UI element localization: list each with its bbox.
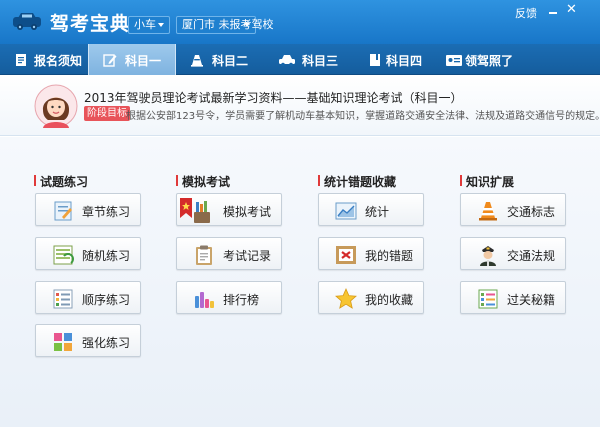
button-label: 统计 — [365, 205, 390, 219]
bar-chart-icon — [195, 292, 214, 308]
tab-label: 报名须知 — [34, 54, 83, 68]
button-label: 随机练习 — [82, 249, 131, 263]
wrong-questions-button[interactable]: 我的错题 — [318, 237, 424, 270]
tab-label: 科目二 — [212, 54, 249, 68]
traffic-cone-icon — [191, 55, 203, 67]
pass-tips-button[interactable]: 过关秘籍 — [460, 281, 566, 314]
tab-get-license[interactable]: 领驾照了 — [443, 44, 538, 75]
button-label: 交通标志 — [507, 205, 556, 219]
chevron-down-icon — [158, 23, 164, 27]
button-label: 我的错题 — [365, 249, 414, 263]
button-label: 排行榜 — [223, 293, 260, 307]
info-banner: 2013年驾驶员理论考试最新学习资料——基础知识理论考试（科目一） 阶段目标 根… — [0, 76, 600, 136]
traffic-cone-icon — [479, 202, 497, 221]
car-icon — [279, 55, 295, 67]
star-icon — [335, 288, 357, 309]
button-label: 模拟考试 — [223, 205, 272, 219]
license-card-icon — [446, 55, 462, 66]
button-label: 我的收藏 — [365, 293, 414, 307]
section-title-mock-exam: 模拟考试 — [175, 175, 231, 189]
edit-icon — [103, 54, 117, 67]
traffic-signs-button[interactable]: 交通标志 — [460, 193, 566, 226]
subject-tab-bar: 报名须知 科目一 科目二 科目三 科目四 领驾照了 — [0, 44, 600, 75]
tab-subject-three[interactable]: 科目三 — [268, 44, 358, 75]
random-grid-icon — [53, 245, 74, 265]
avatar — [34, 84, 78, 128]
minimize-icon[interactable] — [546, 4, 560, 18]
city-school-value: 厦门市 未报考驾校 — [182, 18, 274, 31]
statistics-chart-icon — [335, 202, 357, 220]
random-practice-button[interactable]: 随机练习 — [35, 237, 141, 270]
city-school-dropdown[interactable]: 厦门市 未报考驾校 — [176, 16, 274, 34]
section-title-stats: 统计错题收藏 — [317, 175, 397, 189]
tab-label: 科目一 — [125, 54, 162, 68]
leaderboard-button[interactable]: 排行榜 — [176, 281, 282, 314]
chevron-down-icon — [244, 23, 250, 27]
tab-subject-four[interactable]: 科目四 — [358, 44, 443, 75]
tab-label: 领驾照了 — [465, 54, 514, 68]
chapter-practice-button[interactable]: 章节练习 — [35, 193, 141, 226]
signup-doc-icon — [16, 54, 26, 66]
clipboard-icon — [196, 245, 212, 265]
button-label: 过关秘籍 — [507, 293, 556, 307]
title-bar: 驾考宝典 小车 厦门市 未报考驾校 反馈 ✕ — [0, 0, 600, 44]
intensive-practice-button[interactable]: 强化练习 — [35, 324, 141, 357]
section-title-knowledge: 知识扩展 — [459, 175, 515, 189]
button-label: 考试记录 — [223, 249, 272, 263]
sequential-practice-button[interactable]: 顺序练习 — [35, 281, 141, 314]
section-title-practice: 试题练习 — [33, 175, 89, 189]
app-title: 驾考宝典 — [50, 13, 131, 35]
mock-exam-button[interactable]: 模拟考试 — [176, 193, 282, 226]
checklist-icon — [478, 289, 498, 309]
car-type-value: 小车 — [134, 18, 156, 31]
banner-description: 根据公安部123号令，学员需要了解机动车基本知识，掌握道路交通安全法律、法规及道… — [126, 111, 600, 122]
exam-record-button[interactable]: 考试记录 — [176, 237, 282, 270]
book-icon — [370, 54, 380, 66]
button-label: 强化练习 — [82, 336, 131, 350]
tab-signup-notice[interactable]: 报名须知 — [0, 44, 88, 75]
traffic-laws-button[interactable]: 交通法规 — [460, 237, 566, 270]
wrong-x-frame-icon — [336, 246, 356, 264]
chapter-book-icon — [54, 201, 72, 221]
button-label: 顺序练习 — [82, 293, 131, 307]
close-icon[interactable]: ✕ — [566, 2, 577, 17]
tab-label: 科目四 — [386, 54, 423, 68]
tab-label: 科目三 — [302, 54, 339, 68]
button-label: 交通法规 — [507, 249, 556, 263]
button-label: 章节练习 — [82, 205, 131, 219]
car-logo-icon — [13, 13, 41, 30]
tab-subject-two[interactable]: 科目二 — [176, 44, 268, 75]
favorites-button[interactable]: 我的收藏 — [318, 281, 424, 314]
tab-subject-one[interactable]: 科目一 — [88, 44, 176, 75]
feedback-link[interactable]: 反馈 — [515, 5, 537, 21]
statistics-button[interactable]: 统计 — [318, 193, 424, 226]
pencil-cup-icon — [180, 198, 210, 223]
ordered-list-icon — [53, 289, 73, 309]
stage-goal-badge: 阶段目标 — [84, 106, 130, 121]
car-type-dropdown[interactable]: 小车 — [128, 16, 170, 34]
banner-title: 2013年驾驶员理论考试最新学习资料——基础知识理论考试（科目一） — [84, 91, 463, 105]
police-officer-icon — [480, 246, 496, 266]
puzzle-blocks-icon — [54, 333, 72, 351]
